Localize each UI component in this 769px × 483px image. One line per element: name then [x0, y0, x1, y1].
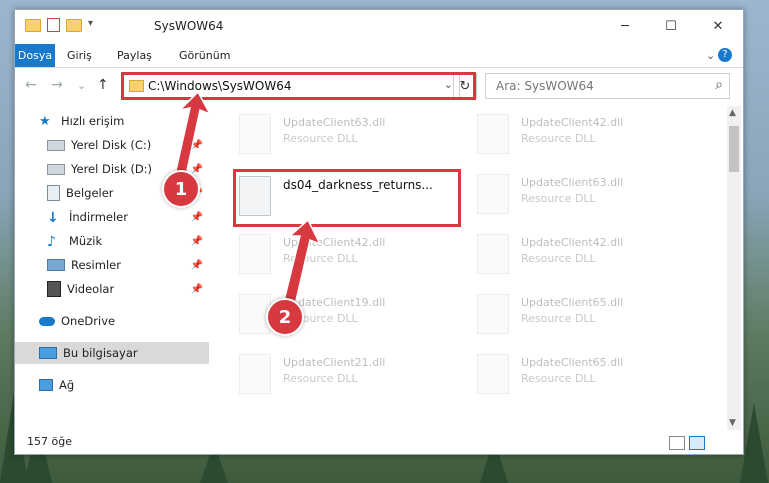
step-1-badge: 1 — [162, 170, 200, 208]
annotation-arrows — [174, 90, 322, 306]
arrow-1 — [174, 90, 212, 176]
step-2-badge: 2 — [266, 298, 304, 336]
arrow-2 — [282, 218, 322, 306]
